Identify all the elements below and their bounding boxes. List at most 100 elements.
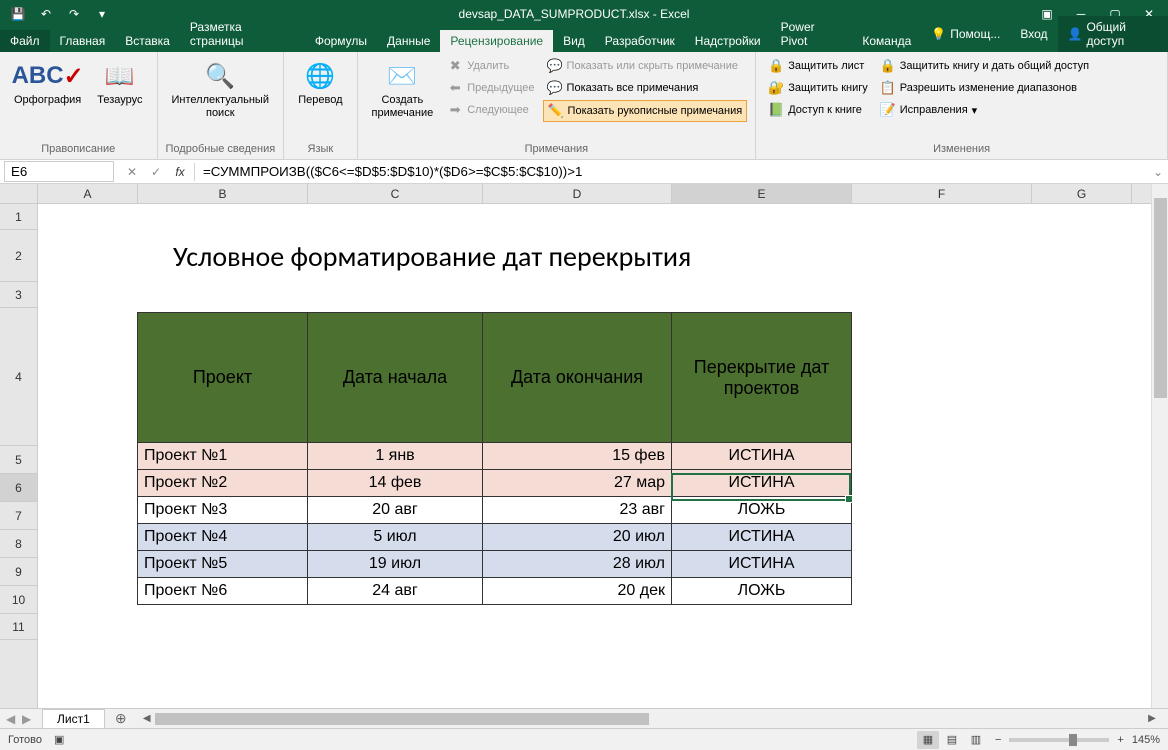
- row-header-1[interactable]: 1: [0, 204, 37, 230]
- show-ink-button[interactable]: ✏️Показать рукописные примечания: [543, 100, 748, 122]
- show-all-comments-button[interactable]: 💬Показать все примечания: [543, 78, 748, 98]
- tab-данные[interactable]: Данные: [377, 30, 440, 52]
- tab-power-pivot[interactable]: Power Pivot: [771, 16, 853, 52]
- vertical-scrollbar[interactable]: [1151, 184, 1168, 708]
- row-header-2[interactable]: 2: [0, 230, 37, 282]
- formula-input[interactable]: [195, 162, 1148, 181]
- cell-end[interactable]: 20 июл: [483, 524, 672, 551]
- name-box[interactable]: [4, 161, 114, 182]
- cell-proj[interactable]: Проект №1: [138, 443, 308, 470]
- table-header: Дата начала: [308, 313, 483, 443]
- tab-команда[interactable]: Команда: [852, 30, 921, 52]
- select-all-corner[interactable]: [0, 184, 38, 204]
- col-header-B[interactable]: B: [138, 184, 308, 203]
- protect-share-button[interactable]: 🔒Защитить книгу и дать общий доступ: [876, 56, 1093, 76]
- cell-proj[interactable]: Проект №5: [138, 551, 308, 578]
- translate-button[interactable]: 🌐 Перевод: [292, 56, 348, 111]
- cell-ovr[interactable]: ИСТИНА: [672, 524, 852, 551]
- protect-sheet-button[interactable]: 🔒Защитить лист: [764, 56, 872, 76]
- tab-вид[interactable]: Вид: [553, 30, 595, 52]
- cell-proj[interactable]: Проект №4: [138, 524, 308, 551]
- formula-bar: ✕ ✓ fx ⌄: [0, 160, 1168, 184]
- protect-workbook-button[interactable]: 🔐Защитить книгу: [764, 78, 872, 98]
- share-button[interactable]: 👤 Общий доступ: [1058, 16, 1168, 52]
- cell-end[interactable]: 28 июл: [483, 551, 672, 578]
- thesaurus-button[interactable]: 📖 Тезаурус: [91, 56, 148, 111]
- spreadsheet-grid[interactable]: 1234567891011 ABCDEFG Условное форматиро…: [0, 184, 1168, 708]
- insert-function-icon[interactable]: fx: [170, 163, 190, 181]
- tab-разметка-страницы[interactable]: Разметка страницы: [180, 16, 305, 52]
- cell-start[interactable]: 1 янв: [308, 443, 483, 470]
- tab-вставка[interactable]: Вставка: [115, 30, 180, 52]
- spelling-button[interactable]: ABC✓ Орфография: [8, 56, 87, 111]
- col-header-C[interactable]: C: [308, 184, 483, 203]
- cell-start[interactable]: 24 авг: [308, 578, 483, 605]
- track-changes-button[interactable]: 📝Исправления ▾: [876, 100, 1093, 120]
- cell-ovr[interactable]: ИСТИНА: [672, 443, 852, 470]
- scroll-left-icon[interactable]: ◀: [139, 711, 155, 727]
- group-insights: 🔍 Интеллектуальный поиск Подробные сведе…: [158, 52, 285, 159]
- row-header-7[interactable]: 7: [0, 502, 37, 530]
- save-icon[interactable]: 💾: [8, 4, 28, 24]
- cell-end[interactable]: 20 дек: [483, 578, 672, 605]
- row-header-6[interactable]: 6: [0, 474, 37, 502]
- cell-start[interactable]: 20 авг: [308, 497, 483, 524]
- cell-end[interactable]: 27 мар: [483, 470, 672, 497]
- tab-рецензирование[interactable]: Рецензирование: [440, 30, 553, 52]
- cell-ovr[interactable]: ИСТИНА: [672, 470, 852, 497]
- sheet-nav-next-icon[interactable]: ▶: [22, 712, 36, 726]
- row-header-10[interactable]: 10: [0, 586, 37, 614]
- col-header-F[interactable]: F: [852, 184, 1032, 203]
- scrollbar-thumb[interactable]: [1154, 198, 1167, 398]
- allow-edit-icon: 📋: [880, 80, 896, 96]
- row-header-5[interactable]: 5: [0, 446, 37, 474]
- allow-edit-ranges-button[interactable]: 📋Разрешить изменение диапазонов: [876, 78, 1093, 98]
- track-icon: 📝: [880, 102, 896, 118]
- expand-formula-bar-icon[interactable]: ⌄: [1148, 165, 1168, 179]
- cell-ovr[interactable]: ЛОЖЬ: [672, 578, 852, 605]
- cell-start[interactable]: 5 июл: [308, 524, 483, 551]
- cell-proj[interactable]: Проект №6: [138, 578, 308, 605]
- col-header-A[interactable]: A: [38, 184, 138, 203]
- row-header-9[interactable]: 9: [0, 558, 37, 586]
- cell-start[interactable]: 14 фев: [308, 470, 483, 497]
- sheet-nav-prev-icon[interactable]: ◀: [6, 712, 20, 726]
- cell-end[interactable]: 23 авг: [483, 497, 672, 524]
- cell-start[interactable]: 19 июл: [308, 551, 483, 578]
- row-header-4[interactable]: 4: [0, 308, 37, 446]
- row-header-3[interactable]: 3: [0, 282, 37, 308]
- scroll-right-icon[interactable]: ▶: [1144, 711, 1160, 727]
- row-header-11[interactable]: 11: [0, 614, 37, 640]
- qat-customize-icon[interactable]: ▾: [92, 4, 112, 24]
- sheet-tab[interactable]: Лист1: [42, 709, 105, 728]
- tab-главная[interactable]: Главная: [50, 30, 116, 52]
- col-header-E[interactable]: E: [672, 184, 852, 203]
- cell-ovr[interactable]: ЛОЖЬ: [672, 497, 852, 524]
- smart-lookup-button[interactable]: 🔍 Интеллектуальный поиск: [166, 56, 275, 124]
- col-header-G[interactable]: G: [1032, 184, 1132, 203]
- share-workbook-button[interactable]: 📗Доступ к книге: [764, 100, 872, 120]
- row-header-8[interactable]: 8: [0, 530, 37, 558]
- enter-formula-icon[interactable]: ✓: [146, 163, 166, 181]
- cell-proj[interactable]: Проект №2: [138, 470, 308, 497]
- tab-формулы[interactable]: Формулы: [305, 30, 377, 52]
- sign-in[interactable]: Вход: [1010, 23, 1057, 45]
- tab-file[interactable]: Файл: [0, 30, 50, 52]
- cancel-formula-icon[interactable]: ✕: [122, 163, 142, 181]
- cell-end[interactable]: 15 фев: [483, 443, 672, 470]
- cell-proj[interactable]: Проект №3: [138, 497, 308, 524]
- tab-разработчик[interactable]: Разработчик: [595, 30, 685, 52]
- undo-icon[interactable]: ↶: [36, 4, 56, 24]
- tell-me[interactable]: 💡Помощ...: [921, 23, 1010, 45]
- table-row: Проект №624 авг20 декЛОЖЬ: [138, 578, 852, 605]
- new-comment-button[interactable]: ✉️ Создать примечание: [366, 56, 440, 124]
- tab-надстройки[interactable]: Надстройки: [685, 30, 771, 52]
- show-all-icon: 💬: [547, 80, 563, 96]
- horizontal-scrollbar[interactable]: ◀ ▶: [139, 711, 1160, 727]
- group-proofing: ABC✓ Орфография 📖 Тезаурус Правописание: [0, 52, 158, 159]
- redo-icon[interactable]: ↷: [64, 4, 84, 24]
- col-header-D[interactable]: D: [483, 184, 672, 203]
- cell-ovr[interactable]: ИСТИНА: [672, 551, 852, 578]
- add-sheet-button[interactable]: ⊕: [111, 710, 131, 727]
- scrollbar-thumb[interactable]: [155, 713, 650, 725]
